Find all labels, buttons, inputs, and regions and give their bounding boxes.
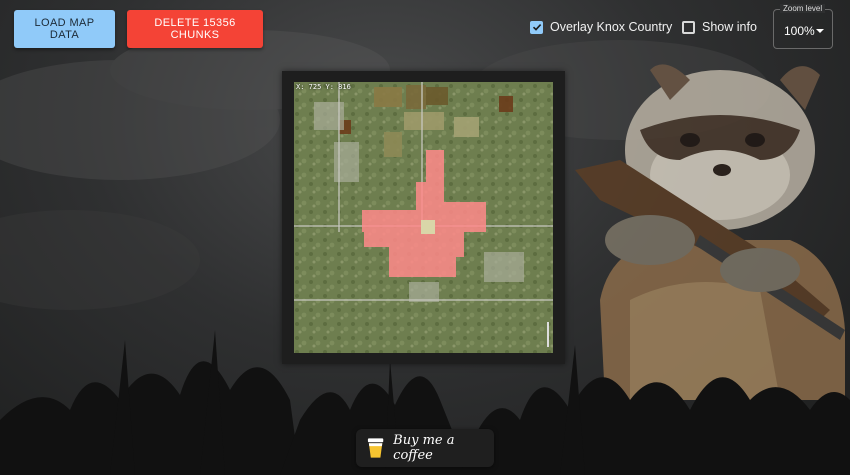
load-map-data-button[interactable]: LOAD MAP DATA [14, 10, 115, 48]
coffee-cup-icon [367, 438, 384, 458]
map-coordinates: X: 725 Y: 816 [296, 83, 351, 91]
buy-me-a-coffee-button[interactable]: Buy me a coffee [356, 429, 494, 467]
map-scale [547, 322, 549, 347]
zoom-level-value: 100% [784, 24, 815, 38]
zoom-level-select[interactable]: Zoom level 100% [773, 4, 833, 49]
map-canvas[interactable] [294, 82, 553, 353]
overlay-knox-country-label: Overlay Knox Country [550, 20, 673, 34]
overlay-knox-country-checkbox[interactable]: Overlay Knox Country [530, 20, 672, 34]
show-info-checkbox[interactable]: Show info [682, 20, 757, 34]
check-icon[interactable] [530, 20, 543, 34]
map-viewer[interactable] [282, 71, 565, 364]
checkbox-unchecked-icon[interactable] [682, 20, 695, 34]
show-info-label: Show info [702, 20, 757, 34]
zoom-level-legend: Zoom level [780, 4, 826, 13]
delete-chunks-button[interactable]: DELETE 15356 CHUNKS [127, 10, 263, 48]
buy-me-a-coffee-label: Buy me a coffee [393, 433, 455, 463]
caret-down-icon [816, 29, 824, 33]
